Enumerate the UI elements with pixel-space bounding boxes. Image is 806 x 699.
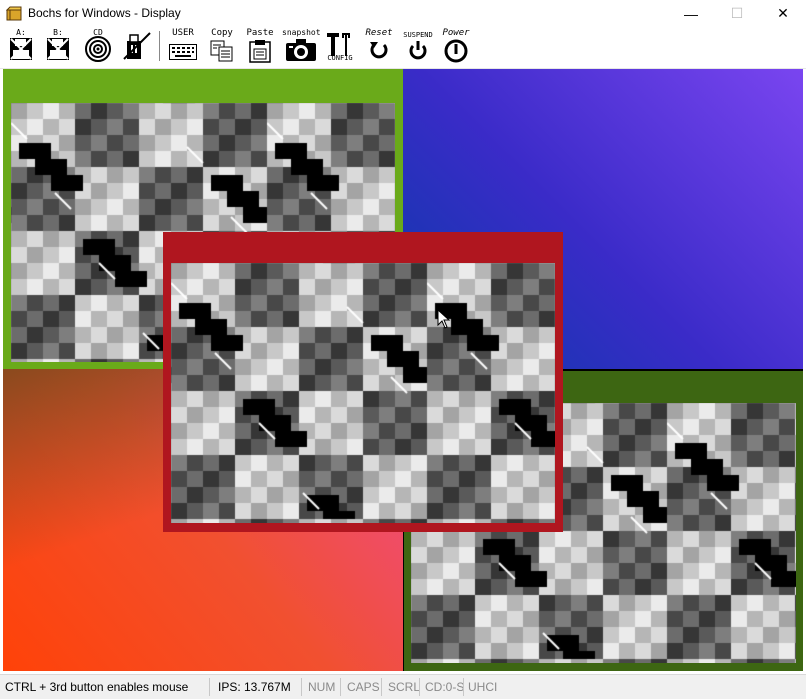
copy-icon [210, 40, 233, 62]
suspend-label: SUSPEND [403, 31, 433, 39]
suspend-button[interactable]: SUSPEND [400, 27, 436, 65]
title-bar: Bochs for Windows - Display — ☐ ✕ [0, 0, 806, 27]
emulator-display[interactable] [3, 69, 803, 671]
ips-readout: IPS: 13.767M [218, 680, 291, 694]
power-button[interactable]: Power [438, 27, 474, 65]
status-separator [463, 678, 464, 696]
config-label: CONFIG [327, 54, 353, 62]
reset-icon [370, 42, 388, 59]
floppy-icon [47, 38, 69, 60]
status-separator [301, 678, 302, 696]
floppy-a-label: A: [16, 28, 26, 37]
status-separator [340, 678, 341, 696]
window-title: Bochs for Windows - Display [28, 6, 181, 20]
toolbar: A: B: CD USER Copy Paste snapshot CONFIG… [0, 27, 806, 69]
red-window [163, 232, 563, 532]
suspend-icon [409, 41, 427, 60]
caps-lock-indicator: CAPS [347, 680, 380, 694]
paste-label: Paste [246, 28, 274, 38]
mouse-hint-text: CTRL + 3rd button enables mouse [5, 680, 189, 694]
checker-pattern-panel [171, 263, 555, 523]
reset-label: Reset [365, 28, 393, 38]
floppy-a-button[interactable]: A: [6, 27, 36, 65]
floppy-b-label: B: [53, 28, 63, 37]
status-separator [381, 678, 382, 696]
usb-button[interactable] [120, 27, 154, 65]
floppy-b-button[interactable]: B: [43, 27, 73, 65]
power-label: Power [442, 28, 470, 38]
usb-icon [123, 32, 151, 60]
config-button[interactable]: CONFIG [324, 27, 356, 65]
minimize-button[interactable]: — [668, 0, 714, 27]
maximize-button[interactable]: ☐ [714, 0, 760, 27]
uhci-indicator: UHCI [468, 680, 498, 694]
scroll-lock-indicator: SCRL [388, 680, 421, 694]
snapshot-label: snapshot [282, 28, 321, 37]
snapshot-button[interactable]: snapshot [282, 27, 321, 65]
cd-indicator: CD:0-S [425, 680, 465, 694]
keyboard-icon [169, 44, 197, 60]
floppy-icon [10, 38, 32, 60]
num-lock-indicator: NUM [308, 680, 336, 694]
camera-icon [286, 39, 316, 61]
toolbar-separator [159, 31, 160, 61]
power-icon [444, 39, 468, 63]
status-bar: CTRL + 3rd button enables mouse IPS: 13.… [0, 674, 806, 699]
copy-label: Copy [211, 28, 233, 38]
minimize-icon: — [684, 5, 698, 22]
status-separator [419, 678, 420, 696]
user-button[interactable]: USER [166, 27, 200, 65]
reset-button[interactable]: Reset [362, 27, 396, 65]
status-separator [209, 678, 210, 696]
mouse-pointer-icon [437, 309, 451, 329]
close-icon: ✕ [777, 5, 789, 21]
paste-icon [249, 40, 271, 63]
cd-icon [85, 36, 111, 62]
bochs-app-icon [6, 6, 22, 21]
paste-button[interactable]: Paste [245, 27, 275, 65]
cdrom-button[interactable]: CD [83, 27, 113, 65]
maximize-icon: ☐ [730, 5, 744, 21]
copy-button[interactable]: Copy [207, 27, 237, 65]
close-button[interactable]: ✕ [760, 0, 806, 27]
user-label: USER [172, 28, 194, 38]
